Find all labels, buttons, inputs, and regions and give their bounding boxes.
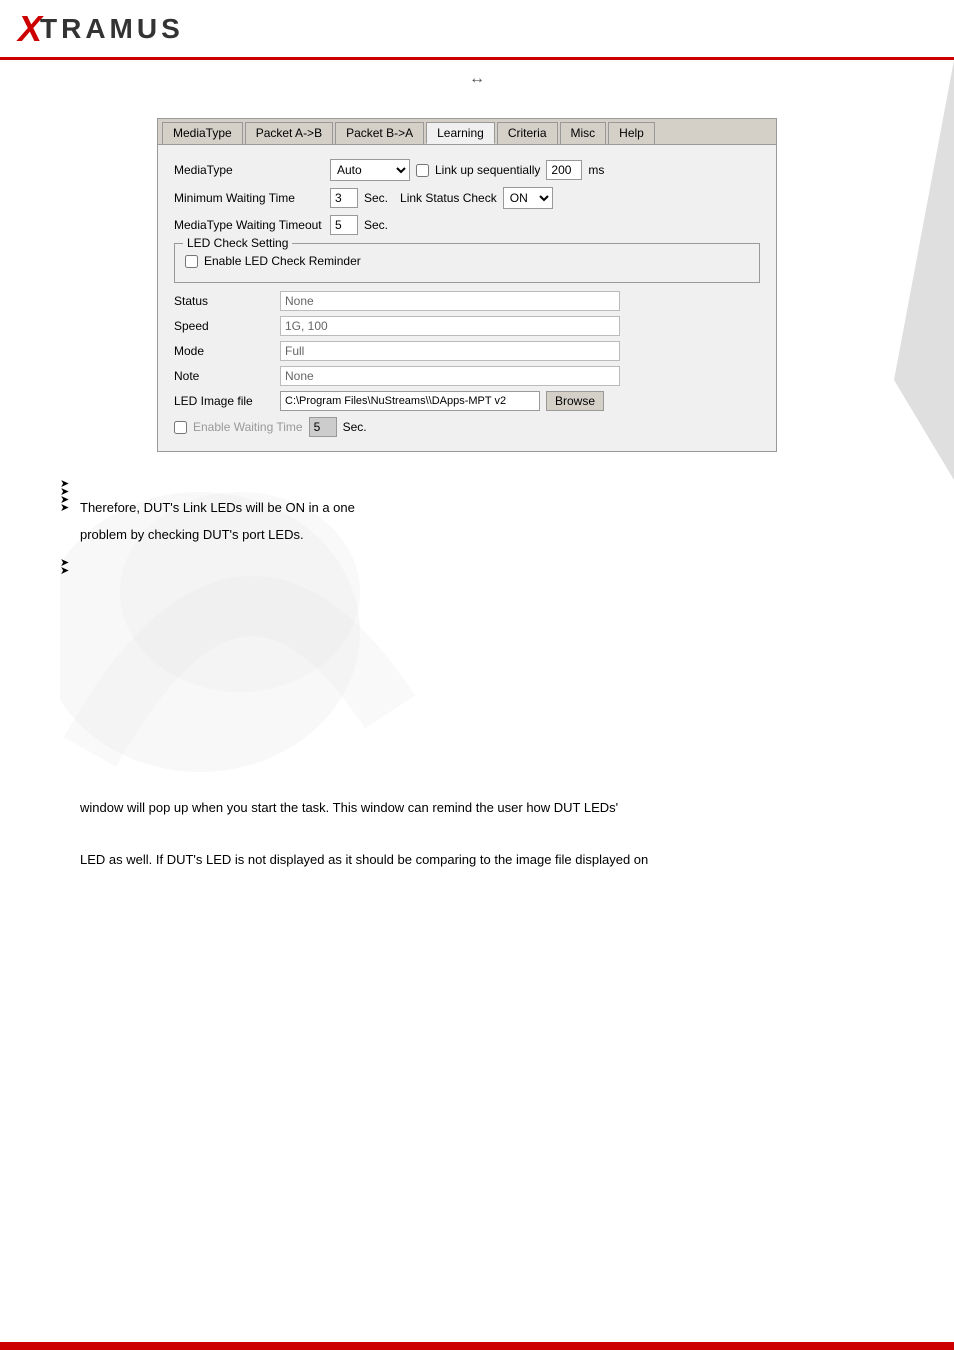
enable-waiting-unit: Sec.	[343, 420, 367, 434]
spacer	[60, 824, 874, 844]
logo-x: X	[18, 8, 40, 50]
led-image-label: LED Image file	[174, 394, 274, 408]
link-status-label: Link Status Check	[400, 191, 497, 205]
problem-text: problem by checking DUT's port LEDs.	[60, 519, 874, 551]
mediatype-label: MediaType	[174, 163, 324, 177]
bullet-item-5	[60, 551, 874, 559]
note-row: Note None	[174, 366, 760, 386]
mode-value: Full	[280, 341, 620, 361]
enable-waiting-label: Enable Waiting Time	[193, 420, 303, 434]
enable-waiting-input[interactable]	[309, 417, 337, 437]
min-wait-label: Minimum Waiting Time	[174, 191, 324, 205]
header: X TRAMUS	[0, 0, 954, 60]
bullet-list-2	[60, 551, 874, 567]
bottom-bar	[0, 1342, 954, 1350]
mediatype-timeout-unit: Sec.	[364, 218, 388, 232]
status-label: Status	[174, 294, 274, 308]
mode-row: Mode Full	[174, 341, 760, 361]
bullet-item-2	[60, 480, 874, 488]
bullet-item-1	[60, 472, 874, 480]
status-row: Status None	[174, 291, 760, 311]
tab-mediatype[interactable]: MediaType	[162, 122, 243, 144]
tab-help[interactable]: Help	[608, 122, 655, 144]
window-popup-text: window will pop up when you start the ta…	[60, 792, 874, 824]
min-wait-unit: Sec.	[364, 191, 388, 205]
tab-bar: MediaType Packet A->B Packet B->A Learni…	[158, 119, 776, 145]
arrow-symbol: ↔	[469, 70, 485, 87]
tab-learning[interactable]: Learning	[426, 122, 495, 144]
enable-waiting-row: Enable Waiting Time Sec.	[174, 417, 760, 437]
mode-label: Mode	[174, 344, 274, 358]
bullet-item-6	[60, 559, 874, 567]
tab-packet-ab[interactable]: Packet A->B	[245, 122, 333, 144]
enable-led-checkbox[interactable]	[185, 255, 198, 268]
link-status-select[interactable]: ON	[503, 187, 553, 209]
led-group-title: LED Check Setting	[183, 236, 292, 250]
note-value: None	[280, 366, 620, 386]
link-up-label: Link up sequentially	[435, 163, 540, 177]
speed-row: Speed 1G, 100	[174, 316, 760, 336]
dialog-box: MediaType Packet A->B Packet B->A Learni…	[157, 118, 777, 452]
enable-waiting-checkbox[interactable]	[174, 421, 187, 434]
mediatype-timeout-row: MediaType Waiting Timeout Sec.	[174, 215, 760, 235]
content-area: MediaType Packet A->B Packet B->A Learni…	[0, 98, 954, 895]
led-image-input[interactable]	[280, 391, 540, 411]
arrow-area: ↔	[0, 60, 954, 98]
bullet-item-4: Therefore, DUT's Link LEDs will be ON in…	[60, 496, 874, 519]
link-up-ms-unit: ms	[588, 163, 604, 177]
tab-packet-ba[interactable]: Packet B->A	[335, 122, 424, 144]
tab-misc[interactable]: Misc	[560, 122, 607, 144]
enable-led-row: Enable LED Check Reminder	[185, 254, 749, 268]
watermark-area: Therefore, DUT's Link LEDs will be ON in…	[60, 472, 874, 792]
link-up-ms-input[interactable]	[546, 160, 582, 180]
status-value: None	[280, 291, 620, 311]
mediatype-select[interactable]: Auto	[330, 159, 410, 181]
mediatype-timeout-input[interactable]	[330, 215, 358, 235]
min-wait-input[interactable]	[330, 188, 358, 208]
led-group-box: LED Check Setting Enable LED Check Remin…	[174, 243, 760, 283]
min-wait-row: Minimum Waiting Time Sec. Link Status Ch…	[174, 187, 760, 209]
logo-tramus: TRAMUS	[40, 13, 184, 45]
mediatype-row: MediaType Auto Link up sequentially ms	[174, 159, 760, 181]
therefore-text: Therefore, DUT's Link LEDs will be ON in…	[80, 500, 355, 515]
led-compare-text: LED as well. If DUT's LED is not display…	[60, 844, 874, 876]
bullet-list: Therefore, DUT's Link LEDs will be ON in…	[60, 472, 874, 519]
speed-value: 1G, 100	[280, 316, 620, 336]
dialog-body: MediaType Auto Link up sequentially ms M…	[158, 145, 776, 451]
speed-label: Speed	[174, 319, 274, 333]
browse-button[interactable]: Browse	[546, 391, 604, 411]
mediatype-timeout-label: MediaType Waiting Timeout	[174, 218, 324, 232]
led-image-row: LED Image file Browse	[174, 391, 760, 411]
note-label: Note	[174, 369, 274, 383]
tab-criteria[interactable]: Criteria	[497, 122, 558, 144]
link-up-checkbox[interactable]	[416, 164, 429, 177]
bullet-item-3	[60, 488, 874, 496]
enable-led-label: Enable LED Check Reminder	[204, 254, 361, 268]
